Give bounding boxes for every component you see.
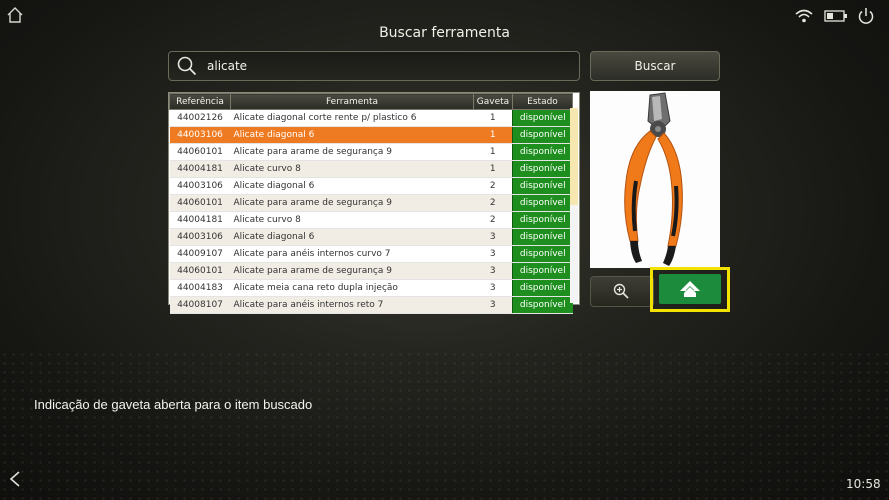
cell-state: disponível <box>512 126 573 144</box>
cell-state: disponível <box>512 194 573 212</box>
battery-icon <box>824 10 847 22</box>
table-scrollbar[interactable] <box>570 108 578 303</box>
table-row[interactable]: 44004181 Alicate curvo 8 2 disponível <box>169 211 573 229</box>
cell-reference: 44004181 <box>169 211 231 229</box>
table-row[interactable]: 44060101 Alicate para arame de segurança … <box>169 262 573 280</box>
table-row[interactable]: 44008107 Alicate para anéis internos reto… <box>169 296 573 314</box>
cell-reference: 44060101 <box>169 143 231 161</box>
cell-drawer: 1 <box>473 160 513 178</box>
cell-tool: Alicate para anéis internos curvo 7 <box>230 245 474 263</box>
cell-reference: 44003106 <box>169 126 231 144</box>
page-title: Buscar ferramenta <box>379 25 510 41</box>
cell-reference: 44060101 <box>169 194 231 212</box>
column-header-tool[interactable]: Ferramenta <box>230 93 474 110</box>
cell-tool: Alicate diagonal 6 <box>230 228 474 246</box>
cell-drawer: 3 <box>473 262 513 280</box>
open-drawer-button[interactable] <box>659 274 721 304</box>
cell-state: disponível <box>512 211 573 229</box>
table-row[interactable]: 44003106 Alicate diagonal 6 3 disponível <box>169 228 573 246</box>
clock: 10:58 <box>846 477 881 491</box>
home-icon[interactable] <box>6 6 24 24</box>
cell-reference: 44009107 <box>169 245 231 263</box>
cell-reference: 44004181 <box>169 160 231 178</box>
cell-tool: Alicate diagonal corte rente p/ plastico… <box>230 109 474 127</box>
back-icon[interactable] <box>8 470 22 488</box>
cell-state: disponível <box>512 296 573 314</box>
cell-reference: 44002126 <box>169 109 231 127</box>
cell-reference: 44003106 <box>169 177 231 195</box>
cell-reference: 44004183 <box>169 279 231 297</box>
cell-reference: 44008107 <box>169 296 231 314</box>
cell-drawer: 2 <box>473 194 513 212</box>
cell-tool: Alicate para arame de segurança 9 <box>230 143 474 161</box>
cell-state: disponível <box>512 177 573 195</box>
cell-tool: Alicate para anéis internos reto 7 <box>230 296 474 314</box>
cell-tool: Alicate diagonal 6 <box>230 126 474 144</box>
background-pattern <box>0 350 889 500</box>
pliers-image <box>624 92 683 266</box>
caption-text: Indicação de gaveta aberta para o item b… <box>34 397 313 412</box>
cell-state: disponível <box>512 228 573 246</box>
cell-drawer: 1 <box>473 143 513 161</box>
cell-tool: Alicate meia cana reto dupla injeção <box>230 279 474 297</box>
table-row[interactable]: 44004181 Alicate curvo 8 1 disponível <box>169 160 573 178</box>
wifi-icon <box>795 9 813 23</box>
table-row[interactable]: 44003106 Alicate diagonal 6 2 disponível <box>169 177 573 195</box>
cell-drawer: 3 <box>473 228 513 246</box>
cell-drawer: 1 <box>473 109 513 127</box>
cell-drawer: 3 <box>473 279 513 297</box>
cell-reference: 44003106 <box>169 228 231 246</box>
cell-state: disponível <box>512 160 573 178</box>
cell-drawer: 3 <box>473 296 513 314</box>
cell-state: disponível <box>512 245 573 263</box>
table-row[interactable]: 44004183 Alicate meia cana reto dupla inj… <box>169 279 573 297</box>
zoom-button[interactable] <box>590 276 654 307</box>
cell-tool: Alicate curvo 8 <box>230 160 474 178</box>
results-table: Referência Ferramenta Gaveta Estado 4400… <box>168 92 580 314</box>
cell-reference: 44060101 <box>169 262 231 280</box>
search-input-value: alicate <box>207 59 248 73</box>
table-row[interactable]: 44009107 Alicate para anéis internos curv… <box>169 245 573 263</box>
arrow-up-icon <box>680 281 700 297</box>
cell-state: disponível <box>512 262 573 280</box>
power-icon[interactable] <box>857 7 875 25</box>
search-input[interactable]: alicate <box>168 51 580 81</box>
table-row[interactable]: 44002126 Alicate diagonal corte rente p/ … <box>169 109 573 127</box>
zoom-in-icon <box>613 283 629 299</box>
search-button[interactable]: Buscar <box>590 51 720 81</box>
scrollbar-thumb[interactable] <box>570 108 578 205</box>
cell-state: disponível <box>512 143 573 161</box>
cell-drawer: 2 <box>473 177 513 195</box>
table-row[interactable]: 44003106 Alicate diagonal 6 1 disponível <box>169 126 573 144</box>
table-row[interactable]: 44060101 Alicate para arame de segurança … <box>169 194 573 212</box>
cell-state: disponível <box>512 279 573 297</box>
cell-drawer: 1 <box>473 126 513 144</box>
search-icon <box>177 56 197 76</box>
cell-state: disponível <box>512 109 573 127</box>
column-header-state[interactable]: Estado <box>512 93 573 110</box>
cell-tool: Alicate para arame de segurança 9 <box>230 262 474 280</box>
cell-drawer: 2 <box>473 211 513 229</box>
table-header: Referência Ferramenta Gaveta Estado <box>169 93 573 110</box>
cell-tool: Alicate curvo 8 <box>230 211 474 229</box>
cell-tool: Alicate para arame de segurança 9 <box>230 194 474 212</box>
column-header-drawer[interactable]: Gaveta <box>473 93 513 110</box>
tool-image <box>590 91 720 268</box>
table-row[interactable]: 44060101 Alicate para arame de segurança … <box>169 143 573 161</box>
cell-tool: Alicate diagonal 6 <box>230 177 474 195</box>
column-header-reference[interactable]: Referência <box>169 93 231 110</box>
cell-drawer: 3 <box>473 245 513 263</box>
